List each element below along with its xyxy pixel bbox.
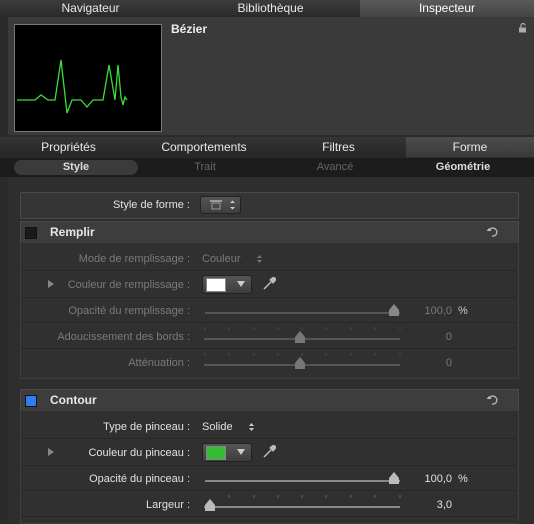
fill-falloff-label: Atténuation : (128, 357, 190, 369)
fill-opacity-unit: % (458, 305, 468, 317)
tab-forme[interactable]: Forme (406, 137, 534, 157)
inspector-subtabs: Propriétés Comportements Filtres Forme (0, 137, 534, 157)
reset-icon[interactable] (486, 226, 498, 237)
brush-width-value[interactable]: 3,0 (410, 499, 452, 511)
row-divider (21, 270, 516, 271)
fill-section-title: Remplir (50, 225, 95, 239)
brush-type-label: Type de pinceau : (103, 421, 190, 433)
updown-arrows-icon[interactable] (256, 254, 263, 264)
preview-waveform (17, 59, 128, 114)
chevron-down-icon (237, 449, 245, 455)
fill-mode-label: Mode de remplissage : (78, 253, 190, 265)
brush-color-well[interactable] (202, 443, 252, 462)
tab-bibliotheque[interactable]: Bibliothèque (181, 0, 361, 17)
fill-color-swatch (206, 278, 226, 292)
fill-falloff-value[interactable]: 0 (410, 357, 452, 369)
row-divider (21, 348, 516, 349)
row-divider (21, 297, 516, 298)
row-divider (21, 322, 516, 323)
chevron-down-icon (237, 281, 245, 287)
row-divider (21, 438, 516, 439)
brush-opacity-slider[interactable] (205, 480, 400, 482)
shape-style-label: Style de forme : (112, 199, 190, 211)
segment-trait[interactable]: Trait (145, 160, 265, 175)
object-title: Bézier (171, 22, 208, 36)
brush-color-label: Couleur du pinceau : (88, 447, 190, 459)
tab-filtres[interactable]: Filtres (271, 137, 407, 157)
fill-opacity-value[interactable]: 100,0 (410, 305, 452, 317)
brush-width-thumb[interactable] (205, 499, 215, 511)
eyedropper-icon[interactable] (262, 443, 278, 459)
row-divider (21, 465, 516, 466)
fill-feather-value[interactable]: 0 (410, 331, 452, 343)
tab-inspecteur[interactable]: Inspecteur (360, 0, 534, 17)
fill-color-label: Couleur de remplissage : (67, 279, 190, 291)
segment-bar: Style Trait Avancé Géométrie (0, 158, 534, 177)
fill-color-well[interactable] (202, 275, 252, 294)
fill-feather-label: Adoucissement des bords : (57, 331, 190, 343)
brush-width-slider[interactable] (204, 495, 402, 511)
updown-arrows-icon[interactable] (248, 422, 255, 432)
row-divider (21, 490, 516, 491)
fill-mode-value[interactable]: Couleur (202, 253, 241, 265)
tab-proprietes[interactable]: Propriétés (0, 137, 138, 157)
brush-width-label: Largeur : (145, 499, 190, 511)
object-preview (14, 24, 162, 132)
brush-opacity-value[interactable]: 100,0 (410, 473, 452, 485)
outline-section-title: Contour (50, 393, 97, 407)
shape-style-icon (210, 200, 235, 210)
fill-opacity-label: Opacité du remplissage : (68, 305, 190, 317)
row-divider (21, 516, 516, 517)
fill-opacity-slider[interactable] (205, 312, 400, 314)
segment-avance[interactable]: Avancé (275, 160, 395, 175)
brush-color-swatch (206, 446, 226, 460)
lock-icon[interactable] (518, 23, 528, 33)
shape-style-popup[interactable] (200, 196, 241, 214)
fill-enable-checkbox[interactable] (25, 227, 37, 239)
tab-navigateur[interactable]: Navigateur (0, 0, 182, 17)
fill-falloff-thumb[interactable] (295, 357, 305, 369)
fill-opacity-thumb[interactable] (389, 304, 399, 316)
segment-geometrie[interactable]: Géométrie (405, 160, 521, 175)
brush-opacity-label: Opacité du pinceau : (89, 473, 190, 485)
top-tab-bar: Navigateur Bibliothèque Inspecteur (0, 0, 534, 17)
brush-opacity-unit: % (458, 473, 468, 485)
brush-type-value[interactable]: Solide (202, 421, 233, 433)
outline-enable-checkbox[interactable] (25, 395, 37, 407)
fill-feather-thumb[interactable] (295, 331, 305, 343)
reset-icon[interactable] (486, 394, 498, 405)
segment-style[interactable]: Style (14, 160, 138, 175)
brush-opacity-thumb[interactable] (389, 472, 399, 484)
eyedropper-icon[interactable] (262, 275, 278, 291)
tab-comportements[interactable]: Comportements (137, 137, 272, 157)
